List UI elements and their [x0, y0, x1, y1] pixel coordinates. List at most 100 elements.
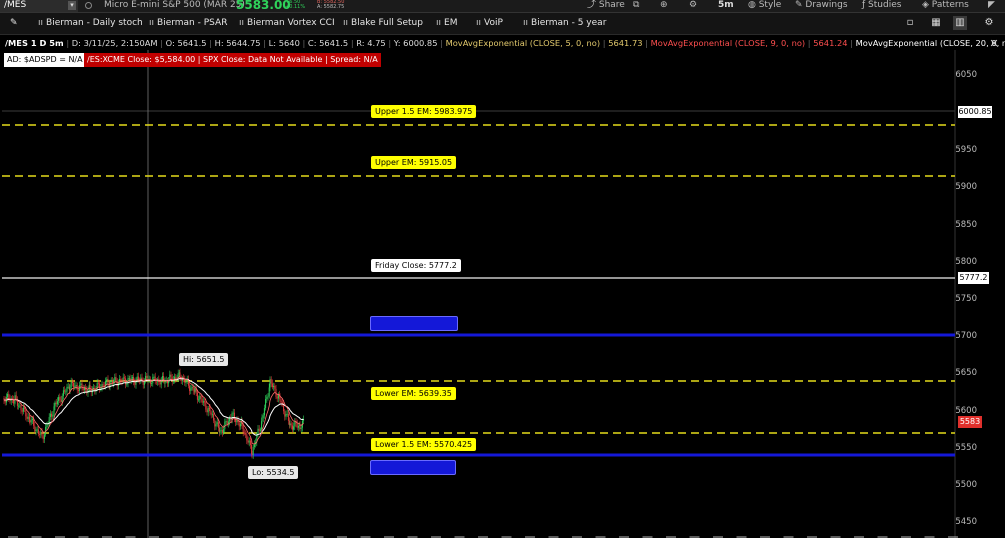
candle-body — [34, 425, 36, 432]
grid-layout-icon[interactable]: ▦ — [929, 16, 943, 30]
candle-body — [106, 378, 108, 382]
study-item[interactable]: ıı VoiP — [476, 17, 503, 30]
candle-body — [164, 380, 166, 384]
price-tick: 5950 — [955, 145, 977, 155]
style-button[interactable]: ◍ Style — [748, 0, 781, 10]
candle-body — [131, 377, 133, 379]
candle-body — [146, 376, 148, 379]
chart-icon: ıı — [38, 18, 44, 28]
study-item[interactable]: ıı EM — [436, 17, 457, 30]
studies-label: Studies — [868, 0, 902, 10]
collapse-icon[interactable]: ◤ — [988, 0, 995, 10]
candle-body — [51, 413, 53, 417]
candle-body — [219, 430, 221, 433]
candle-body — [20, 405, 22, 411]
copy-icon[interactable]: ⧉ — [633, 0, 639, 10]
friday-price-badge: 5777.2 — [958, 272, 989, 284]
study-item[interactable]: ıı Bierman - PSAR — [149, 17, 227, 30]
ema20-label: MovAvgExponential (CLOSE, 20, 0, no) — [855, 38, 1005, 48]
active-layout-icon[interactable]: ▥ — [953, 16, 967, 30]
candle-body — [199, 395, 201, 400]
bar-close: C: 5641.5 — [307, 38, 349, 48]
candle-body — [189, 385, 191, 391]
candle-body — [249, 440, 251, 445]
refresh-icon[interactable] — [84, 1, 93, 10]
lower-15-em-tag[interactable]: Lower 1.5 EM: 5570.425 — [371, 438, 477, 451]
candle-body — [236, 420, 238, 423]
interval-selector[interactable]: 5m — [718, 0, 734, 10]
candle-body — [56, 401, 58, 405]
study-label: Bierman - Daily stoch — [46, 18, 143, 28]
candle-body — [211, 414, 213, 416]
candle-body — [276, 396, 278, 399]
candle-body — [75, 385, 77, 386]
candle-body — [191, 386, 193, 389]
candle-body — [160, 379, 162, 385]
upper-em-tag[interactable]: Upper EM: 5915.05 — [371, 156, 457, 169]
upper-15-em-tag[interactable]: Upper 1.5 EM: 5983.975 — [371, 105, 477, 118]
gear-icon[interactable]: ⚙ — [982, 16, 996, 30]
upper-price-badge: 6000.85 — [958, 106, 992, 118]
candle-body — [41, 431, 43, 437]
candle-body — [42, 436, 44, 440]
candle-body — [194, 388, 196, 392]
candle-body — [217, 422, 219, 428]
candle-body — [204, 401, 206, 403]
price-tick: 6050 — [955, 70, 977, 80]
candle-body — [277, 394, 279, 399]
candle-body — [269, 379, 271, 388]
price-tick: 5850 — [955, 220, 977, 230]
candle-body — [153, 376, 155, 378]
chart-icon: ıı — [523, 18, 529, 28]
candle-body — [64, 390, 66, 392]
candle-body — [221, 429, 223, 433]
study-label: VoiP — [484, 18, 503, 28]
candle-body — [265, 399, 267, 409]
maximize-icon[interactable]: ▫ — [903, 16, 917, 30]
ema5-label: MovAvgExponential (CLOSE, 5, 0, no) — [445, 38, 601, 48]
study-item[interactable]: ıı Bierman Vortex CCI — [239, 17, 335, 30]
close-x-icon[interactable]: ✕ — [987, 37, 1001, 51]
candle-body — [62, 390, 64, 396]
candle-body — [285, 414, 287, 417]
candle-body — [273, 385, 275, 388]
price-tick: 5800 — [955, 257, 977, 267]
blue-band-lower-tag[interactable] — [370, 460, 456, 475]
blue-band-upper-tag[interactable] — [370, 316, 458, 331]
candle-body — [25, 408, 27, 417]
pin-icon[interactable]: ✎ — [10, 17, 18, 30]
crosshair-icon[interactable]: ⊕ — [660, 0, 668, 10]
candle-body — [19, 405, 21, 407]
symbol-dropdown-icon[interactable]: ▾ — [68, 1, 76, 10]
symbol-selector[interactable]: /MES ▾ — [0, 0, 78, 12]
price-chart[interactable] — [0, 50, 1005, 538]
candlestick-series — [3, 368, 305, 459]
candle-body — [52, 414, 54, 417]
candle-body — [136, 376, 138, 380]
price-tick: 5500 — [955, 480, 977, 490]
share-button[interactable]: ⤴ Share — [587, 0, 625, 10]
candle-body — [107, 378, 109, 385]
candle-body — [205, 402, 207, 410]
candle-body — [67, 386, 69, 388]
candle-body — [284, 411, 286, 417]
friday-close-tag[interactable]: Friday Close: 5777.2 — [371, 259, 461, 272]
candle-body — [233, 412, 235, 420]
study-item[interactable]: ıı Blake Full Setup — [343, 17, 423, 30]
lower-em-tag[interactable]: Lower EM: 5639.35 — [371, 387, 456, 400]
settings-icon[interactable]: ⚙ — [689, 0, 697, 10]
studies-button[interactable]: ƒ Studies — [862, 0, 901, 10]
candle-body — [248, 440, 250, 443]
study-item[interactable]: ıı Bierman - Daily stoch — [38, 17, 143, 30]
candle-body — [206, 409, 208, 413]
price-tick: 5550 — [955, 443, 977, 453]
patterns-button[interactable]: ◈ Patterns — [922, 0, 969, 10]
ad-label: AD: $ADSPD = N/A — [4, 53, 86, 67]
last-price: 5583.00 — [236, 0, 291, 12]
drawings-button[interactable]: ✎ Drawings — [795, 0, 848, 10]
study-item[interactable]: ıı Bierman - 5 year — [523, 17, 606, 30]
candle-body — [220, 429, 222, 431]
candle-body — [226, 421, 228, 425]
candle-body — [270, 379, 272, 384]
candle-body — [262, 415, 264, 419]
